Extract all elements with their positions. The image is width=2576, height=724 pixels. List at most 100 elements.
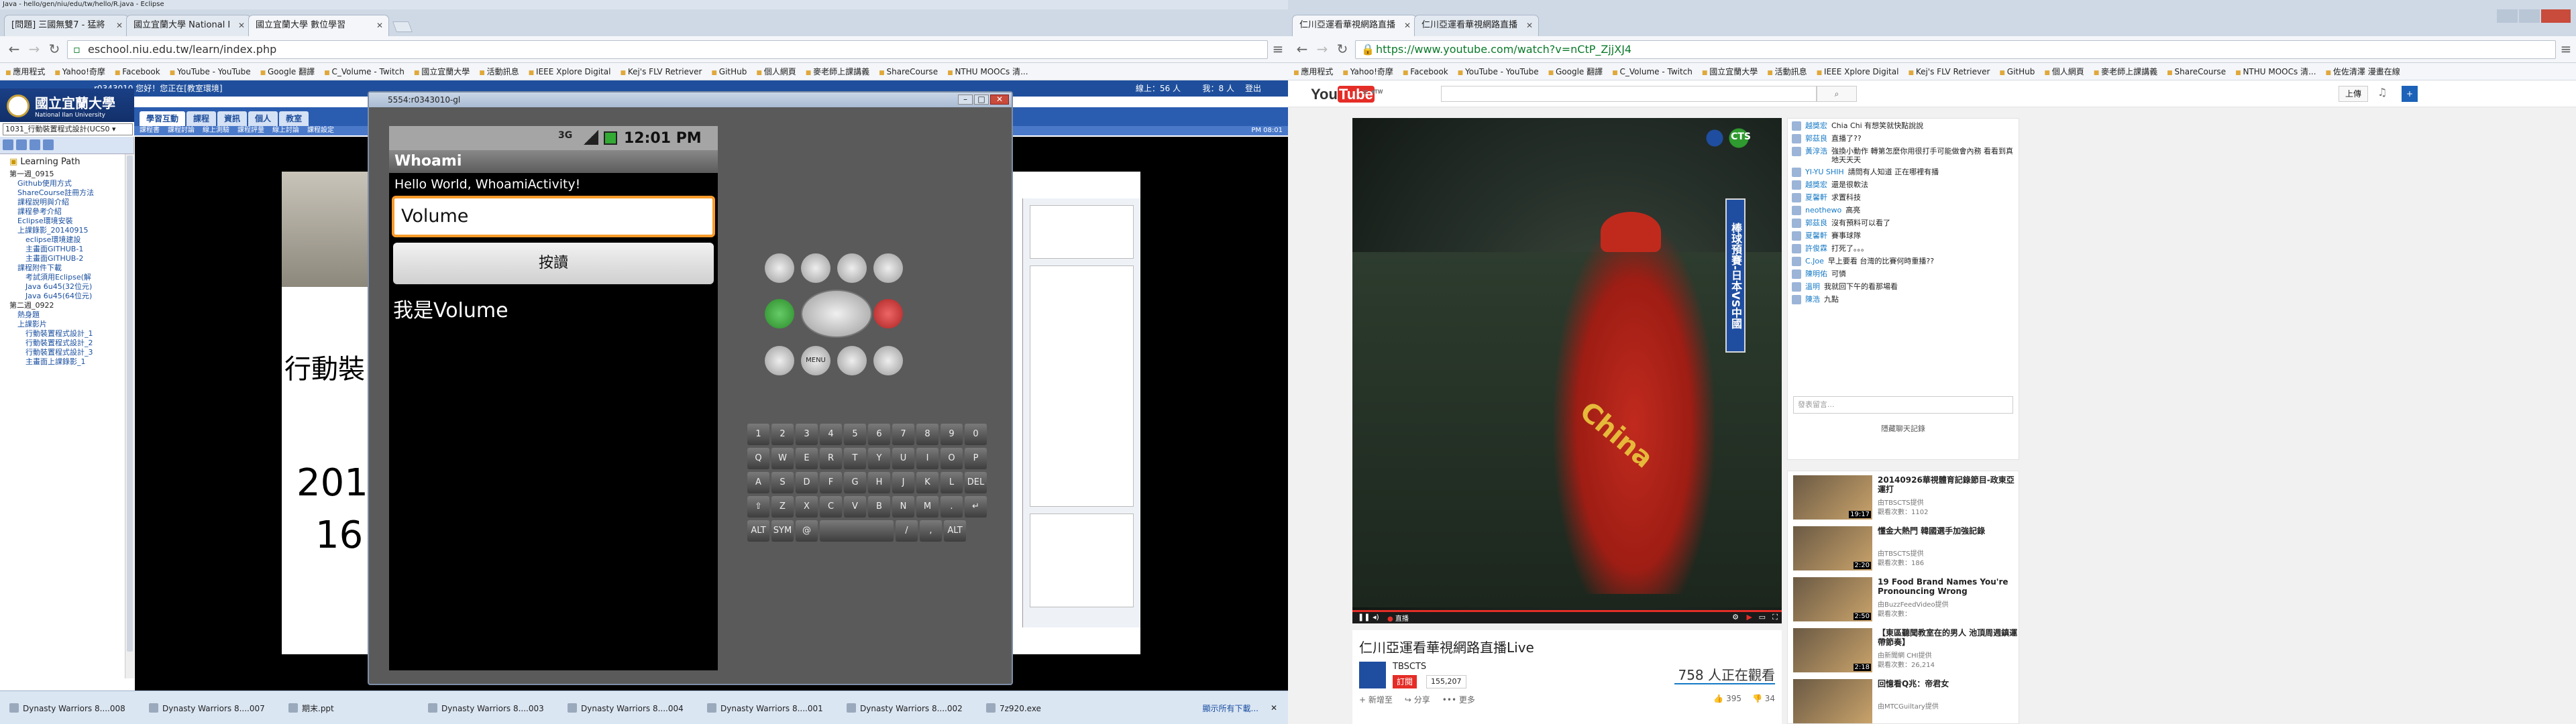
read-button[interactable]: 按讀 [393,243,714,284]
chat-user[interactable]: 許俊霖 [1805,244,1827,253]
pause-icon[interactable]: ❚❚ [1358,613,1370,621]
video-thumbnail[interactable]: 19:17 [1793,475,1872,520]
eschool-nav-tab[interactable]: 資訊 [217,111,248,126]
chat-user[interactable]: 陳明佑 [1805,269,1827,278]
more-button[interactable]: ••• 更多 [1442,694,1475,705]
tree-item[interactable]: Github使用方式 [9,179,133,188]
add-to-button[interactable]: + 新增至 [1359,694,1393,705]
bookmark-item[interactable]: 個人網頁 [756,63,796,80]
keyboard-key[interactable]: 1 [747,424,769,445]
keyboard-key[interactable]: 2 [771,424,794,445]
bookmark-item[interactable]: 應用程式 [5,63,45,80]
left-address-bar[interactable]: ▫ eschool.niu.edu.tw/learn/index.php [67,40,1268,59]
back-arrow-icon[interactable]: ← [5,40,23,58]
bookmark-item[interactable]: Facebook [115,63,160,80]
tree-item[interactable]: 主畫面上課錄影_1 [9,357,133,367]
sidebar-scrollbar[interactable] [125,154,134,678]
keyboard-key[interactable]: K [916,472,938,493]
keyboard-key[interactable]: B [868,496,890,518]
keyboard-key[interactable]: 8 [916,424,938,445]
keyboard-key[interactable]: J [892,472,914,493]
keyboard-key[interactable]: M [916,496,938,518]
download-item[interactable]: Dynasty Warriors 8....007 [146,698,280,719]
hide-chat-link[interactable]: 隱藏聊天記錄 [1788,423,2019,434]
close-icon[interactable]: ✕ [376,15,383,36]
keyboard-key[interactable]: ↵ [965,496,987,518]
keyboard-key[interactable]: ALT [944,520,966,542]
bookmark-item[interactable]: Google 翻譯 [260,63,315,80]
eschool-nav-tab[interactable]: 學習互動 [140,111,186,126]
keyboard-key[interactable]: F [820,472,842,493]
forward-arrow-icon[interactable]: → [1313,40,1331,58]
chat-user[interactable]: 越獎宏 [1805,180,1827,189]
video-thumbnail[interactable]: 2:20 [1793,526,1872,570]
download-item[interactable]: Dynasty Warriors 8....003 [425,698,559,719]
keyboard-key[interactable]: 0 [965,424,987,445]
keyboard-key[interactable]: H [868,472,890,493]
new-tab-button[interactable] [392,21,413,32]
end-call-icon[interactable] [873,299,903,328]
search-button[interactable]: ⌕ [1817,86,1857,102]
eschool-subnav-item[interactable]: 線上討論 [272,127,299,134]
dislike-button[interactable]: 👎 34 [1752,694,1775,703]
notification-bell-icon[interactable]: ♫ [2377,86,2387,99]
keyboard-key[interactable]: , [920,520,942,542]
chat-user[interactable]: 溫明 [1805,282,1820,291]
volume-down-icon[interactable] [801,253,830,283]
bookmark-item[interactable]: Facebook [1403,63,1448,80]
bookmark-item[interactable]: GitHub [1999,63,2035,80]
bookmark-item[interactable]: ShareCourse [2167,63,2226,80]
keyboard-key[interactable]: DEL [965,472,987,493]
menu-icon[interactable]: ≡ [1269,40,1287,58]
upload-button[interactable]: 上傳 [2339,86,2368,102]
settings-icon[interactable]: ⚙ [1732,613,1739,621]
tree-item[interactable]: Java 6u45(32位元) [9,282,133,292]
keyboard-key[interactable]: SYM [771,520,794,542]
chat-user[interactable]: C.Joe [1805,257,1824,265]
bookmark-item[interactable]: 應用程式 [1293,63,1333,80]
like-button[interactable]: 👍 395 [1713,694,1741,703]
keyboard-key[interactable]: V [844,496,866,518]
close-icon[interactable]: ✕ [1526,15,1533,36]
youtube-icon[interactable]: ▶ [1747,613,1752,621]
keyboard-key[interactable]: X [796,496,818,518]
eschool-subnav-item[interactable]: 課程討論 [168,127,195,134]
keyboard-key[interactable]: C [820,496,842,518]
channel-name[interactable]: TBSCTS [1393,662,1426,672]
keyboard-key[interactable] [820,520,894,542]
bookmark-item[interactable]: NTHU MOOCs 清... [2235,63,2316,80]
close-download-bar[interactable]: ✕ [1271,703,1277,713]
bookmark-item[interactable]: 個人網頁 [2044,63,2084,80]
reload-icon[interactable]: ↻ [1334,40,1351,58]
tab-ptt[interactable]: [問題] 三國無雙7 - 猛將 ✕ [4,15,129,36]
call-icon[interactable] [765,299,794,328]
bookmark-item[interactable]: 國立宜蘭大學 [414,63,470,80]
tree-item[interactable]: 主畫面GITHUB-1 [9,245,133,254]
chat-user[interactable]: 郭茲良 [1805,134,1827,143]
related-video[interactable]: 2:18 【東區聽聞教室在的男人 池頂周週鎮運帶節奏】 由新聞網 CHI提供 觀看次數… [1793,628,2017,676]
logout-link[interactable]: 登出 [1245,80,1261,97]
tree-item[interactable]: 上課錄影_20140915 [9,226,133,235]
video-title[interactable]: 19 Food Brand Names You're Pronouncing W… [1878,577,2019,596]
bookmark-item[interactable]: IEEE Xplore Digital [529,63,610,80]
keyboard-key[interactable]: / [896,520,918,542]
keyboard-key[interactable]: L [941,472,963,493]
keyboard-key[interactable]: G [844,472,866,493]
bookmark-item[interactable]: 佐佐清澤 漫畫在線 [2326,63,2400,80]
keyboard-key[interactable]: Z [771,496,794,518]
keyboard-key[interactable]: W [771,448,794,469]
keyboard-key[interactable]: 4 [820,424,842,445]
bookmark-item[interactable]: 活動訊息 [1767,63,1807,80]
bookmark-item[interactable]: 麥老師上課講義 [2094,63,2157,80]
close-icon[interactable]: ✕ [238,15,245,36]
related-video[interactable]: 回憶看Q兆：帝君女 由MTCGuiltary提供 [1793,679,2013,723]
tool-icon[interactable] [3,139,13,150]
theater-icon[interactable]: ▭ [1759,613,1766,621]
keyboard-key[interactable]: N [892,496,914,518]
bookmark-item[interactable]: 國立宜蘭大學 [1702,63,1758,80]
bookmark-item[interactable]: Google 翻譯 [1548,63,1603,80]
chat-user[interactable]: 夏馨軒 [1805,231,1827,240]
eschool-nav-tab[interactable]: 個人 [248,111,278,126]
show-all-downloads[interactable]: 顯示所有下載... [1203,698,1258,719]
dpad[interactable] [801,290,872,338]
